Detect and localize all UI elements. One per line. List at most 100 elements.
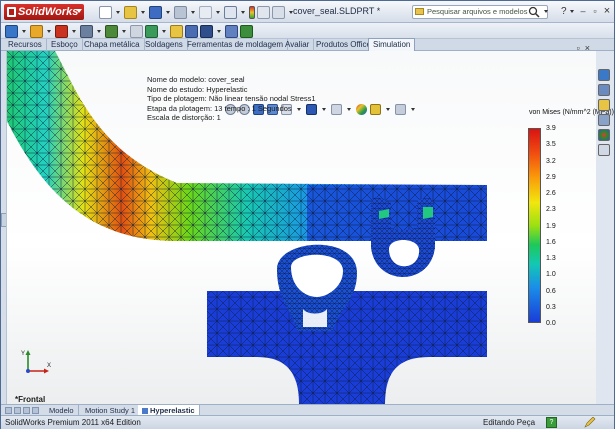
command-toolbar [1, 23, 614, 39]
tab-ferramentas-de-moldagem[interactable]: Ferramentas de moldagem [183, 39, 289, 51]
fixtures-dropdown-icon[interactable] [47, 29, 51, 33]
quick-tips-button[interactable]: ? [546, 417, 557, 428]
view-settings-dropdown-icon[interactable] [411, 108, 415, 111]
tab-soldagens[interactable]: Soldagens [141, 39, 188, 51]
tab-last-icon[interactable] [32, 407, 39, 414]
tab-next-icon[interactable] [23, 407, 30, 414]
rebuild-icon[interactable] [249, 5, 255, 19]
open-folder-icon[interactable] [124, 5, 137, 19]
select-icon[interactable] [224, 5, 237, 19]
model-name-text: Nome do modelo: cover_seal [147, 75, 245, 84]
tab-recursos[interactable]: Recursos [4, 39, 47, 51]
task-pane [597, 69, 612, 159]
study-dropdown-icon[interactable] [22, 29, 26, 33]
display-dropdown-icon[interactable] [322, 108, 326, 111]
tab-avaliar[interactable]: Avaliar [281, 39, 315, 51]
hide-show-dropdown-icon[interactable] [347, 108, 351, 111]
new-document-icon[interactable] [99, 5, 112, 19]
fixtures-icon[interactable] [30, 24, 43, 38]
appearances-icon[interactable] [598, 129, 610, 141]
help-button[interactable]: ? [561, 6, 567, 17]
bottom-tabs-bar: Modelo Motion Study 1 Hyperelastic [1, 404, 614, 416]
legend-tick-label: 2.3 [546, 206, 556, 214]
close-button[interactable]: × [601, 5, 613, 17]
app-brand: SolidWorks [18, 6, 79, 18]
view-palette-icon[interactable] [598, 114, 610, 126]
search-dropdown-icon[interactable] [544, 10, 548, 13]
legend-tick-label: 0.3 [546, 303, 556, 311]
undo-dropdown-icon[interactable] [216, 10, 220, 14]
options-icon[interactable] [272, 5, 285, 19]
tab-chapa-metalica[interactable]: Chapa metálica [80, 39, 145, 51]
plot-step-text: Etapa da plotagem: 13 tempo : 1 Segundos [147, 103, 292, 113]
print-dropdown-icon[interactable] [191, 10, 195, 14]
scene-icon[interactable] [370, 104, 381, 115]
study-name-text: Nome do estudo: Hyperelastic [147, 84, 248, 94]
run-icon[interactable] [130, 24, 143, 38]
pencil-icon[interactable] [584, 417, 596, 428]
deformed-result-icon[interactable] [170, 24, 183, 38]
file-properties-icon[interactable] [257, 5, 270, 19]
legend-color-bar[interactable] [528, 128, 541, 323]
custom-properties-icon[interactable] [598, 144, 610, 156]
design-library-icon[interactable] [598, 84, 610, 96]
simulation-study-icon [142, 408, 148, 415]
plot-tools-dropdown-icon[interactable] [217, 29, 221, 33]
minimize-button[interactable]: – [577, 5, 589, 17]
window-title: cover_seal.SLDPRT * [293, 6, 381, 16]
compare-results-icon[interactable] [185, 24, 198, 38]
scene-dropdown-icon[interactable] [386, 108, 390, 111]
select-dropdown-icon[interactable] [241, 10, 245, 14]
print-icon[interactable] [174, 5, 187, 19]
include-image-icon[interactable] [240, 24, 253, 38]
save-dropdown-icon[interactable] [166, 10, 170, 14]
hide-show-items-icon[interactable] [331, 104, 342, 115]
tab-simulation[interactable]: Simulation [368, 38, 416, 51]
tab-first-icon[interactable] [5, 407, 12, 414]
tab-esboco[interactable]: Esboço [47, 39, 83, 51]
folder-icon [415, 8, 424, 15]
command-manager-tabs: Recursos Esboço Chapa metálica Soldagens… [1, 38, 614, 51]
coordinate-triad: Y X [21, 350, 51, 374]
mesh-dropdown-icon[interactable] [122, 29, 126, 33]
legend-tick-label: 1.9 [546, 222, 556, 230]
quick-access-toolbar [99, 5, 295, 19]
legend-tick-label: 0.6 [546, 287, 556, 295]
legend-tick-label: 0.0 [546, 320, 556, 327]
plot-tools-icon[interactable] [200, 24, 213, 38]
new-dropdown-icon[interactable] [116, 10, 120, 14]
search-icon[interactable] [528, 6, 540, 18]
loads-dropdown-icon[interactable] [72, 29, 76, 33]
connections-dropdown-icon[interactable] [97, 29, 101, 33]
menu-arrow-icon [76, 9, 82, 13]
simulation-tools [5, 24, 253, 38]
edit-mode-text: Editando Peça [483, 418, 536, 427]
results-advisor-icon[interactable] [145, 24, 158, 38]
solidworks-resources-icon[interactable] [598, 69, 610, 81]
study-info: Nome do modelo: cover_seal Nome do estud… [147, 75, 316, 123]
results-dropdown-icon[interactable] [162, 29, 166, 33]
mesh-icon[interactable] [105, 24, 118, 38]
view-orientation-label: *Frontal [15, 395, 46, 404]
report-icon[interactable] [225, 24, 238, 38]
file-explorer-icon[interactable] [598, 99, 610, 111]
legend-tick-label: 1.3 [546, 255, 556, 262]
legend-tick-label: 3.2 [546, 157, 556, 165]
tab-prev-icon[interactable] [14, 407, 21, 414]
distortion-scale-text: Escala de distorção: 1 [147, 113, 221, 122]
view-settings-icon[interactable] [395, 104, 406, 115]
external-loads-icon[interactable] [55, 24, 68, 38]
status-bar: SolidWorks Premium 2011 x64 Edition Edit… [1, 415, 614, 429]
help-dropdown-icon[interactable] [570, 10, 574, 13]
appearance-icon[interactable] [356, 104, 367, 115]
undo-icon[interactable] [199, 5, 212, 19]
study-advisor-icon[interactable] [5, 24, 18, 38]
restore-button[interactable]: ▫ [589, 5, 601, 17]
connections-icon[interactable] [80, 24, 93, 38]
solidworks-menu-button[interactable]: SolidWorks [4, 4, 84, 20]
open-dropdown-icon[interactable] [141, 10, 145, 14]
y-axis-label: Y [21, 351, 25, 357]
save-icon[interactable] [149, 5, 162, 19]
plot-type-text: Tipo de plotagem: Não linear tensão noda… [147, 94, 316, 103]
tab-produtos-office[interactable]: Produtos Office [312, 39, 376, 51]
